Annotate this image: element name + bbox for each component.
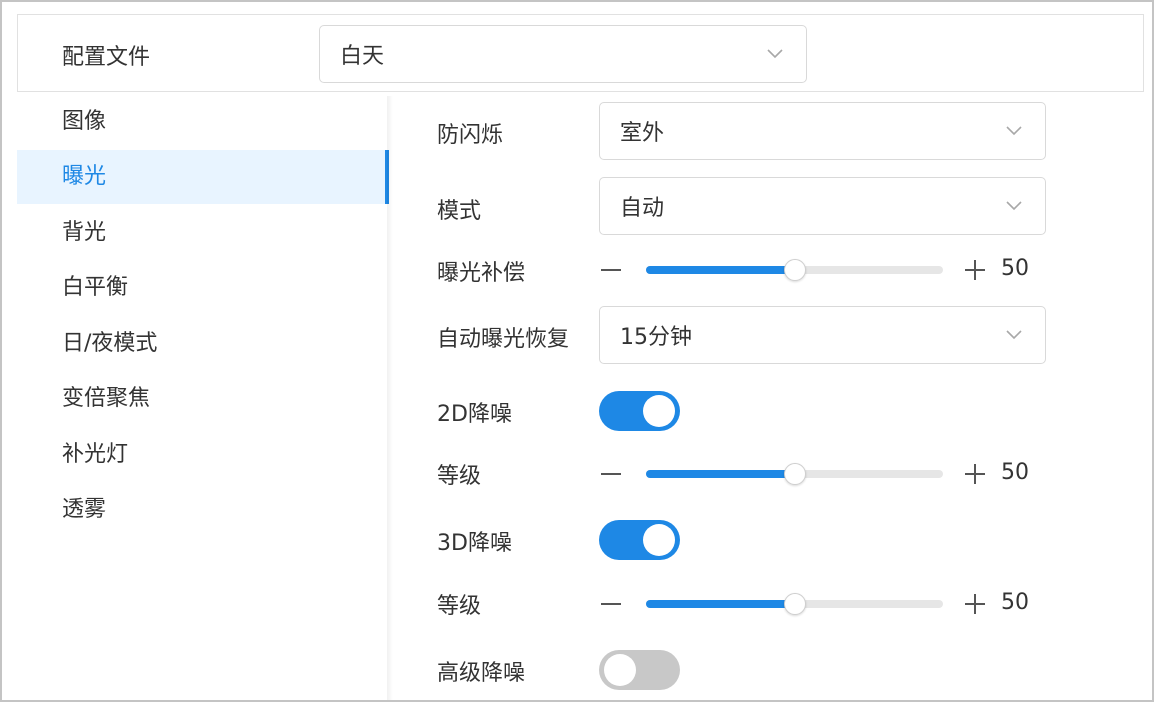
mode-value: 自动: [620, 196, 665, 221]
sidebar-item-backlight[interactable]: 背光: [17, 206, 389, 260]
slider-handle[interactable]: [783, 593, 806, 615]
nr-3d-level-value: 50: [1001, 590, 1029, 615]
slider-fill: [646, 470, 795, 478]
sidebar-item-illuminator[interactable]: 补光灯: [17, 428, 389, 482]
toggle-knob: [604, 654, 636, 686]
exposure-comp-slider[interactable]: [646, 259, 943, 281]
chevron-down-icon: [1006, 330, 1022, 340]
anti-flicker-label: 防闪烁: [437, 123, 504, 148]
sidebar-divider: [387, 96, 393, 700]
profile-bar: 配置文件 白天: [17, 14, 1144, 92]
minus-icon[interactable]: [601, 603, 621, 605]
sidebar: 图像 曝光 背光 白平衡 日/夜模式 变倍聚焦 补光灯 透雾: [17, 94, 389, 700]
auto-exposure-recovery-label: 自动曝光恢复: [437, 327, 570, 352]
toggle-knob: [643, 524, 675, 556]
plus-icon[interactable]: [965, 260, 985, 280]
sidebar-item-image[interactable]: 图像: [17, 95, 389, 149]
mode-label: 模式: [437, 199, 482, 224]
chevron-down-icon: [1006, 201, 1022, 211]
nr-2d-level-label: 等级: [437, 464, 482, 489]
auto-exposure-recovery-value: 15分钟: [620, 325, 692, 350]
nr-2d-label: 2D降噪: [437, 402, 512, 427]
sidebar-item-exposure[interactable]: 曝光: [17, 150, 389, 204]
anti-flicker-select[interactable]: 室外: [599, 102, 1046, 160]
minus-icon[interactable]: [601, 269, 621, 271]
sidebar-item-zoom-focus[interactable]: 变倍聚焦: [17, 372, 389, 426]
slider-handle[interactable]: [783, 259, 806, 281]
auto-exposure-recovery-select[interactable]: 15分钟: [599, 306, 1046, 364]
sidebar-item-white-balance[interactable]: 白平衡: [17, 261, 389, 315]
slider-fill: [646, 600, 795, 608]
plus-icon[interactable]: [965, 464, 985, 484]
plus-icon[interactable]: [965, 594, 985, 614]
anti-flicker-value: 室外: [620, 121, 665, 146]
nr-3d-label: 3D降噪: [437, 531, 512, 556]
mode-select[interactable]: 自动: [599, 177, 1046, 235]
nr-3d-toggle[interactable]: [599, 520, 680, 560]
chevron-down-icon: [767, 49, 783, 59]
slider-handle[interactable]: [783, 463, 806, 485]
nr-3d-level-label: 等级: [437, 594, 482, 619]
profile-select[interactable]: 白天: [319, 25, 807, 83]
exposure-comp-value: 50: [1001, 256, 1029, 281]
advanced-nr-toggle[interactable]: [599, 650, 680, 690]
toggle-knob: [643, 395, 675, 427]
advanced-nr-label: 高级降噪: [437, 661, 526, 686]
nr-2d-level-value: 50: [1001, 460, 1029, 485]
sidebar-item-day-night[interactable]: 日/夜模式: [17, 317, 389, 371]
profile-label: 配置文件: [62, 45, 151, 70]
nr-3d-level-slider[interactable]: [646, 593, 943, 615]
nr-2d-toggle[interactable]: [599, 391, 680, 431]
exposure-comp-label: 曝光补偿: [437, 261, 526, 286]
nr-2d-level-slider[interactable]: [646, 463, 943, 485]
slider-fill: [646, 266, 795, 274]
profile-select-value: 白天: [340, 44, 385, 69]
sidebar-item-defog[interactable]: 透雾: [17, 483, 389, 537]
chevron-down-icon: [1006, 126, 1022, 136]
minus-icon[interactable]: [601, 473, 621, 475]
